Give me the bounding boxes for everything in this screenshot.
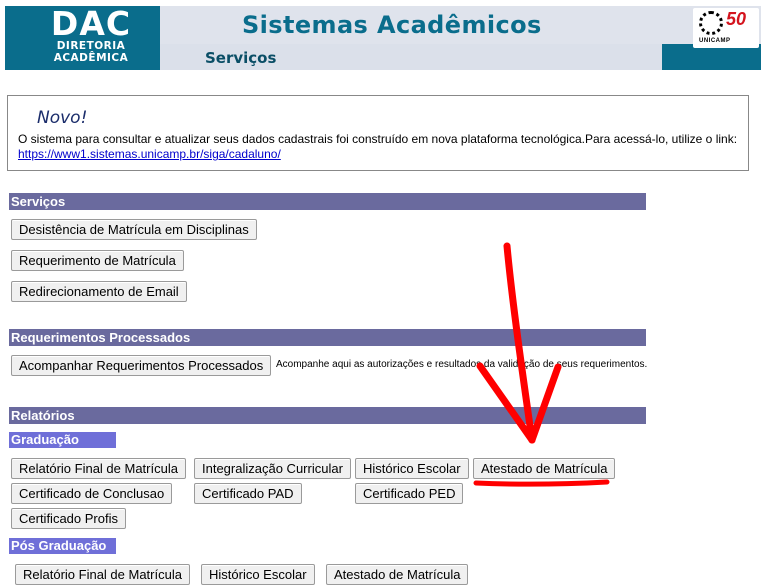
grad-integralizacao-button[interactable]: Integralização Curricular <box>194 458 351 479</box>
logo-main: DAC <box>50 4 132 43</box>
redirecionamento-email-button[interactable]: Redirecionamento de Email <box>11 281 187 302</box>
cadaluno-link[interactable]: https://www1.sistemas.unicamp.br/siga/ca… <box>18 147 281 161</box>
logo-line1: DIRETORIA <box>56 40 126 52</box>
header-banner: DAC DIRETORIA ACADÊMICA Sistemas Acadêmi… <box>5 6 761 70</box>
notice-title: Novo! <box>37 108 88 128</box>
section-relatorios: Relatórios <box>9 407 646 424</box>
university-name: UNICAMP <box>699 38 731 44</box>
section-requerimentos: Requerimentos Processados <box>9 329 646 346</box>
logo-line2: ACADÊMICA <box>53 52 129 64</box>
arrow-right-head <box>528 363 562 444</box>
grad-certificado-conclusao-button[interactable]: Certificado de Conclusao <box>11 483 173 504</box>
app-title: Sistemas Acadêmicos <box>242 11 542 39</box>
grad-relatorio-final-button[interactable]: Relatório Final de Matrícula <box>11 458 186 479</box>
grad-certificado-ped-button[interactable]: Certificado PED <box>355 483 464 504</box>
desistencia-button[interactable]: Desistência de Matrícula em Disciplinas <box>11 219 257 240</box>
subsection-graduacao: Graduação <box>9 432 116 448</box>
notice-text: O sistema para consultar e atualizar seu… <box>18 132 738 146</box>
highlight-underline <box>473 479 610 487</box>
grad-certificado-profis-button[interactable]: Certificado Profis <box>11 508 126 529</box>
requerimento-matricula-button[interactable]: Requerimento de Matrícula <box>11 250 184 271</box>
pos-relatorio-final-button[interactable]: Relatório Final de Matrícula <box>15 564 190 585</box>
page-title: Serviços <box>205 49 277 67</box>
pos-atestado-button[interactable]: Atestado de Matrícula <box>326 564 469 585</box>
requerimentos-hint: Acompanhe aqui as autorizações e resulta… <box>276 359 648 370</box>
dac-logo[interactable]: DAC DIRETORIA ACADÊMICA <box>45 4 137 64</box>
arrow-left-head <box>476 362 536 444</box>
acompanhar-requerimentos-button[interactable]: Acompanhar Requerimentos Processados <box>11 355 272 376</box>
anniversary-badge: 50 <box>726 9 747 29</box>
subsection-pos-graduacao: Pós Graduação <box>9 538 116 554</box>
pos-historico-button[interactable]: Histórico Escolar <box>201 564 315 585</box>
grad-atestado-button[interactable]: Atestado de Matrícula <box>473 458 616 479</box>
grad-certificado-pad-button[interactable]: Certificado PAD <box>194 483 302 504</box>
notice-box: Novo! O sistema para consultar e atualiz… <box>7 95 749 171</box>
grad-historico-button[interactable]: Histórico Escolar <box>355 458 469 479</box>
section-servicos: Serviços <box>9 193 646 210</box>
unicamp-logo[interactable]: 50 UNICAMP <box>693 8 759 48</box>
unicamp-emblem-icon <box>699 11 723 35</box>
